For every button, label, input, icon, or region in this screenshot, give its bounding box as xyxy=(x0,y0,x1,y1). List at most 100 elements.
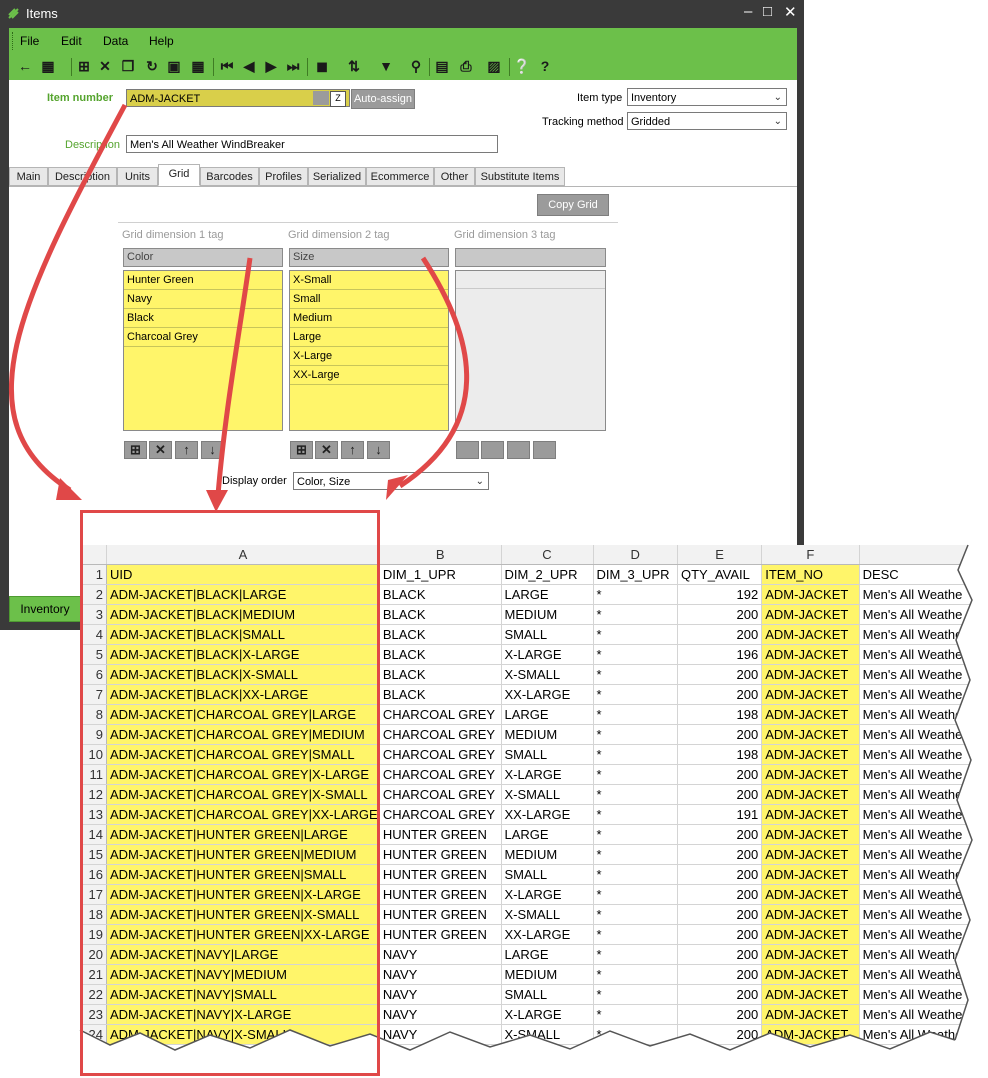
table-cell[interactable]: ADM-JACKET xyxy=(761,864,860,885)
table-cell[interactable]: * xyxy=(593,824,678,845)
row-number[interactable]: 20 xyxy=(80,944,107,965)
help-icon[interactable]: ❔ xyxy=(513,57,531,75)
table-cell[interactable]: ADM-JACKET xyxy=(761,924,860,945)
row-number[interactable]: 4 xyxy=(80,624,107,645)
table-cell[interactable]: ADM-JACKET xyxy=(761,884,860,905)
table-cell[interactable]: 200 xyxy=(677,764,763,785)
table-cell[interactable]: 196 xyxy=(677,644,763,665)
save-icon[interactable]: ▦ xyxy=(39,57,57,75)
table-cell[interactable]: 200 xyxy=(677,884,763,905)
table-cell[interactable]: Men's All Weathe xyxy=(859,584,988,605)
row-number[interactable]: 9 xyxy=(80,724,107,745)
table-cell[interactable]: 200 xyxy=(677,964,763,985)
table-cell[interactable]: NAVY xyxy=(379,984,502,1005)
row-number[interactable]: 8 xyxy=(80,704,107,725)
table-cell[interactable]: ADM-JACKET xyxy=(761,904,860,925)
dim2-value[interactable]: Large xyxy=(290,328,448,347)
table-cell[interactable]: Men's All Weathe xyxy=(859,904,988,925)
table-cell[interactable]: NAVY xyxy=(379,1004,502,1025)
table-cell[interactable]: * xyxy=(593,704,678,725)
table-cell[interactable]: Men's All Weathe xyxy=(859,784,988,805)
row-number[interactable]: 2 xyxy=(80,584,107,605)
dim2-delete-icon[interactable]: ✕ xyxy=(315,441,338,459)
dim2-up-icon[interactable]: ↑ xyxy=(341,441,364,459)
dim2-value[interactable]: Small xyxy=(290,290,448,309)
keyboard-icon[interactable]: ▨ xyxy=(485,57,503,75)
column-header[interactable]: B xyxy=(379,545,502,565)
table-cell[interactable]: 200 xyxy=(677,904,763,925)
row-number[interactable]: 12 xyxy=(80,784,107,805)
tab-grid[interactable]: Grid xyxy=(158,164,200,186)
table-cell[interactable]: MEDIUM xyxy=(501,844,594,865)
auto-assign-button[interactable]: Auto-assign xyxy=(351,89,415,109)
dim3-down-button[interactable] xyxy=(533,441,556,459)
item-type-select[interactable]: Inventory ⌄ xyxy=(627,88,787,106)
table-cell[interactable]: CHARCOAL GREY xyxy=(379,744,502,765)
table-cell[interactable]: * xyxy=(593,864,678,885)
back-icon[interactable]: ← xyxy=(16,57,34,75)
table-cell[interactable]: ADM-JACKET|HUNTER GREEN|XX-LARGE xyxy=(106,924,380,945)
refresh-icon[interactable]: ↻ xyxy=(143,57,161,75)
dim3-delete-button[interactable] xyxy=(481,441,504,459)
table-cell[interactable]: ADM-JACKET xyxy=(761,944,860,965)
table-cell[interactable]: ADM-JACKET xyxy=(761,984,860,1005)
question-icon[interactable]: ? xyxy=(536,57,554,75)
table-cell[interactable]: X-SMALL xyxy=(501,1024,594,1045)
table-cell[interactable]: 200 xyxy=(677,784,763,805)
maximize-icon[interactable]: □ xyxy=(763,3,772,20)
dim1-down-icon[interactable]: ↓ xyxy=(201,441,224,459)
table-cell[interactable]: X-SMALL xyxy=(501,904,594,925)
table-cell[interactable]: LARGE xyxy=(501,584,594,605)
table-cell[interactable]: * xyxy=(593,644,678,665)
menu-edit[interactable]: Edit xyxy=(61,34,82,48)
table-cell[interactable]: ADM-JACKET xyxy=(761,824,860,845)
table-cell[interactable]: Men's All Weathe xyxy=(859,984,988,1005)
table-cell[interactable]: Men's All Weathe xyxy=(859,604,988,625)
table-cell[interactable]: 200 xyxy=(677,824,763,845)
header-cell[interactable]: QTY_AVAIL xyxy=(677,564,763,585)
table-cell[interactable]: ADM-JACKET xyxy=(761,704,860,725)
row-number[interactable]: 21 xyxy=(80,964,107,985)
table-cell[interactable]: 200 xyxy=(677,844,763,865)
table-cell[interactable]: * xyxy=(593,684,678,705)
row-number[interactable]: 11 xyxy=(80,764,107,785)
dim2-down-icon[interactable]: ↓ xyxy=(367,441,390,459)
table-cell[interactable]: ADM-JACKET|BLACK|LARGE xyxy=(106,584,380,605)
table-cell[interactable]: HUNTER GREEN xyxy=(379,884,502,905)
table-cell[interactable]: X-SMALL xyxy=(501,664,594,685)
column-header[interactable]: A xyxy=(106,545,380,565)
table-cell[interactable]: MEDIUM xyxy=(501,724,594,745)
table-cell[interactable]: 200 xyxy=(677,924,763,945)
table-cell[interactable]: ADM-JACKET|CHARCOAL GREY|LARGE xyxy=(106,704,380,725)
table-cell[interactable]: Men's All Weathe xyxy=(859,824,988,845)
menu-help[interactable]: Help xyxy=(149,34,174,48)
row-number[interactable]: 15 xyxy=(80,844,107,865)
dim2-value[interactable]: X-Large xyxy=(290,347,448,366)
dim1-add-icon[interactable]: ⊞ xyxy=(124,441,147,459)
display-order-select[interactable]: Color, Size ⌄ xyxy=(293,472,489,490)
tab-profiles[interactable]: Profiles xyxy=(259,167,308,186)
notes-icon[interactable]: ▤ xyxy=(433,57,451,75)
table-cell[interactable]: ADM-JACKET xyxy=(761,1004,860,1025)
table-cell[interactable]: SMALL xyxy=(501,744,594,765)
table-cell[interactable]: Men's All Weathe xyxy=(859,724,988,745)
header-cell[interactable]: DIM_2_UPR xyxy=(501,564,594,585)
table-cell[interactable]: Men's All Weathe xyxy=(859,944,988,965)
table-cell[interactable]: Men's All Weathe xyxy=(859,844,988,865)
table-cell[interactable]: ADM-JACKET xyxy=(761,724,860,745)
dim1-name-field[interactable]: Color xyxy=(123,248,283,267)
first-record-icon[interactable]: ⏮ xyxy=(218,57,236,75)
table-cell[interactable]: 200 xyxy=(677,684,763,705)
table-cell[interactable]: * xyxy=(593,984,678,1005)
dim1-up-icon[interactable]: ↑ xyxy=(175,441,198,459)
next-record-icon[interactable]: ▶ xyxy=(262,57,280,75)
column-header[interactable]: F xyxy=(761,545,860,565)
row-number[interactable]: 22 xyxy=(80,984,107,1005)
row-number[interactable]: 1 xyxy=(80,564,107,585)
previous-record-icon[interactable]: ◀ xyxy=(240,57,258,75)
table-cell[interactable]: Men's All Weathe xyxy=(859,924,988,945)
dim2-add-icon[interactable]: ⊞ xyxy=(290,441,313,459)
tab-ecommerce[interactable]: Ecommerce xyxy=(366,167,434,186)
table-cell[interactable]: X-LARGE xyxy=(501,644,594,665)
table-cell[interactable]: 200 xyxy=(677,944,763,965)
